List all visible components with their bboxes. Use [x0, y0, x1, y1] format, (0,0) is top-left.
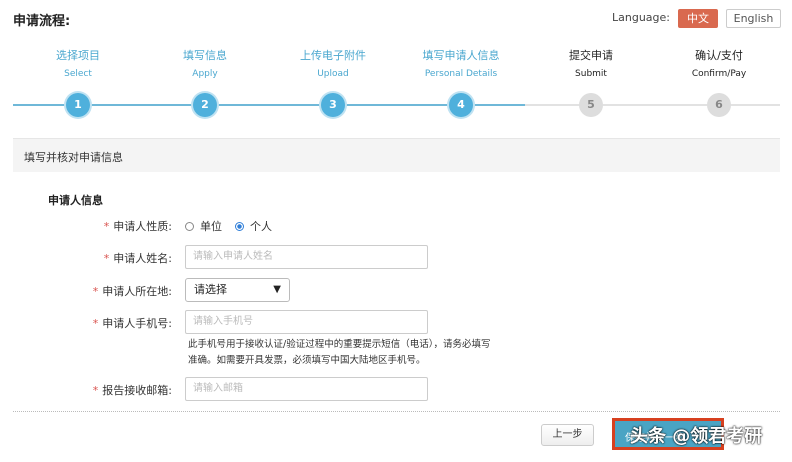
section-band-title: 填写并核对申请信息	[24, 151, 123, 164]
chevron-down-icon: ▼	[273, 284, 281, 295]
radio-checked-icon	[235, 222, 244, 231]
required-mark: *	[92, 384, 99, 397]
progress-line-todo	[525, 104, 780, 106]
name-label: * 申请人姓名:	[12, 250, 172, 266]
phone-help-2: 准确。如需要开具发票，必须填写中国大陆地区手机号。	[188, 355, 426, 366]
step-label-en: Submit	[575, 69, 607, 79]
watermark: 头条 @领君考研	[630, 426, 763, 447]
step-label-cn: 填写信息	[183, 49, 227, 62]
section-band: 填写并核对申请信息	[13, 138, 780, 172]
page-title: 申请流程:	[13, 14, 71, 29]
step-label-en: Confirm/Pay	[691, 69, 747, 79]
step-6: 确认/支付 Confirm/Pay	[659, 47, 779, 79]
location-label: * 申请人所在地:	[12, 283, 172, 299]
required-mark: *	[92, 285, 99, 298]
language-label: Language:	[612, 11, 670, 24]
step-label-en: Upload	[317, 69, 349, 79]
location-select[interactable]: 请选择 ▼	[185, 278, 290, 302]
step-label-en: Select	[64, 69, 92, 79]
language-zh-button[interactable]: 中文	[678, 9, 718, 28]
name-label-text: 申请人姓名:	[113, 252, 172, 265]
required-mark: *	[103, 252, 110, 265]
radio-unit[interactable]: 单位	[185, 218, 222, 234]
step-circle-1: 1	[66, 93, 90, 117]
divider	[13, 411, 780, 412]
phone-label-text: 申请人手机号:	[102, 317, 172, 330]
location-label-text: 申请人所在地:	[102, 285, 172, 298]
email-input[interactable]: 请输入邮箱	[185, 377, 428, 401]
email-label: * 报告接收邮箱:	[12, 382, 172, 398]
email-label-text: 报告接收邮箱:	[102, 384, 172, 397]
step-label-cn: 确认/支付	[695, 49, 743, 62]
type-label: * 申请人性质:	[12, 218, 172, 234]
phone-help-1: 此手机号用于接收认证/验证过程中的重要提示短信（电话），请务必填写	[188, 339, 491, 350]
required-mark: *	[103, 220, 110, 233]
step-label-en: Apply	[192, 69, 218, 79]
step-label-cn: 上传电子附件	[300, 49, 366, 62]
radio-individual-label: 个人	[250, 220, 272, 233]
step-label-cn: 选择项目	[56, 49, 100, 62]
required-mark: *	[92, 317, 99, 330]
radio-individual[interactable]: 个人	[235, 218, 272, 234]
step-label-en: Personal Details	[424, 69, 498, 79]
step-1: 选择项目 Select	[18, 47, 138, 79]
step-4: 填写申请人信息 Personal Details	[401, 47, 521, 79]
phone-input[interactable]: 请输入手机号	[185, 310, 428, 334]
language-en-button[interactable]: English	[726, 9, 781, 28]
radio-circle-icon	[185, 222, 194, 231]
step-2: 填写信息 Apply	[145, 47, 265, 79]
step-circle-3: 3	[321, 93, 345, 117]
type-label-text: 申请人性质:	[113, 220, 172, 233]
step-label-cn: 填写申请人信息	[422, 49, 500, 62]
section-title: 申请人信息	[48, 194, 103, 207]
name-input[interactable]: 请输入申请人姓名	[185, 245, 428, 269]
step-circle-2: 2	[193, 93, 217, 117]
prev-step-button[interactable]: 上一步	[541, 424, 594, 446]
step-5: 提交申请 Submit	[531, 47, 651, 79]
step-3: 上传电子附件 Upload	[273, 47, 393, 79]
step-label-cn: 提交申请	[569, 49, 613, 62]
phone-label: * 申请人手机号:	[12, 315, 172, 331]
step-circle-5: 5	[579, 93, 603, 117]
radio-unit-label: 单位	[200, 220, 222, 233]
location-select-value: 请选择	[194, 283, 227, 296]
step-circle-6: 6	[707, 93, 731, 117]
step-circle-4: 4	[449, 93, 473, 117]
